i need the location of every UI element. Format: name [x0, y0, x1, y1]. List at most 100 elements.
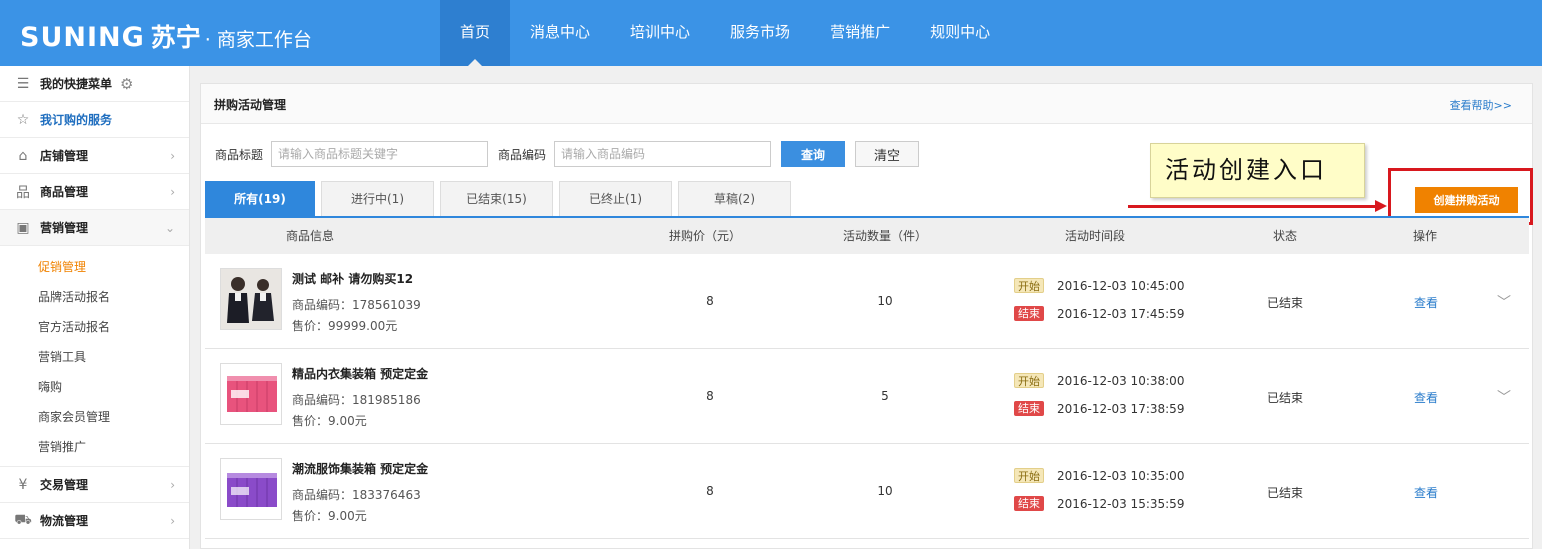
sidebar-item-label: 商品管理	[40, 185, 89, 199]
submenu-member-management[interactable]: 商家会员管理	[0, 402, 189, 432]
end-time: 2016-12-03 17:45:59	[1057, 307, 1185, 321]
chevron-down-icon: ⌄	[164, 221, 175, 235]
search-bar: 商品标题 商品编码 查询 清空	[215, 141, 920, 167]
sidebar-quick-menu[interactable]: ☰ 我的快捷菜单 ⚙	[0, 66, 189, 102]
group-buy-panel: 拼购活动管理 查看帮助>> 商品标题 商品编码 查询 清空 活动创建入口 创建拼…	[200, 83, 1533, 549]
clear-button[interactable]: 清空	[855, 141, 920, 167]
annotation-arrow-line	[1128, 205, 1378, 208]
page-title: 拼购活动管理	[214, 98, 287, 112]
chevron-right-icon: ›	[170, 149, 175, 163]
sidebar-item-trade-management[interactable]: ¥ 交易管理 ›	[0, 467, 189, 503]
column-product-info: 商品信息	[285, 229, 334, 243]
column-quantity: 活动数量（件）	[842, 229, 927, 243]
nav-home[interactable]: 首页	[440, 0, 511, 66]
table-row: 精品内衣集装箱 预定定金 商品编码：181985186 售价：9.00元 8 5…	[205, 349, 1529, 444]
product-thumbnail[interactable]	[220, 363, 282, 425]
view-link[interactable]: 查看	[1414, 389, 1438, 406]
annotation-arrow-head	[1375, 200, 1387, 212]
product-name[interactable]: 精品内衣集装箱 预定定金	[292, 365, 428, 382]
create-group-buy-button[interactable]: 创建拼购活动	[1415, 187, 1518, 213]
query-button[interactable]: 查询	[781, 141, 846, 167]
tab-in-progress[interactable]: 进行中(1)	[321, 181, 434, 217]
quantity-value: 10	[877, 294, 893, 308]
submenu-promotion-management[interactable]: 促销管理	[0, 252, 189, 282]
sidebar: ☰ 我的快捷菜单 ⚙ ☆ 我订购的服务 ⌂ 店铺管理 › 品 商品管理 › ▣ …	[0, 66, 190, 549]
view-link[interactable]: 查看	[1414, 484, 1438, 501]
quantity-value: 5	[881, 389, 889, 403]
sidebar-item-label: 我的快捷菜单	[40, 77, 113, 91]
product-thumbnail[interactable]	[220, 268, 282, 330]
tab-ended[interactable]: 已结束(15)	[440, 181, 553, 217]
table-header: 商品信息 拼购价（元） 活动数量（件） 活动时间段 状态 操作	[205, 218, 1529, 254]
status-value: 已结束	[1266, 296, 1303, 310]
chevron-down-icon[interactable]: ﹀	[1497, 292, 1511, 312]
sidebar-item-label: 营销管理	[40, 221, 89, 235]
logo-brand: SUNING	[20, 22, 145, 53]
sidebar-item-label: 店铺管理	[40, 149, 89, 163]
chevron-right-icon: ›	[170, 514, 175, 528]
status-value: 已结束	[1266, 391, 1303, 405]
submenu-official-activity-signup[interactable]: 官方活动报名	[0, 312, 189, 342]
nav-rule-center[interactable]: 规则中心	[910, 0, 1010, 66]
nav-training-center[interactable]: 培训中心	[610, 0, 710, 66]
start-tag: 开始	[1014, 468, 1044, 483]
status-tabs: 所有(19) 进行中(1) 已结束(15) 已终止(1) 草稿(2)	[205, 181, 797, 217]
end-tag: 结束	[1014, 306, 1044, 321]
tab-all[interactable]: 所有(19)	[205, 181, 315, 217]
nav-message-center[interactable]: 消息中心	[510, 0, 610, 66]
quantity-value: 10	[877, 484, 893, 498]
end-time: 2016-12-03 15:35:59	[1057, 497, 1185, 511]
submenu-marketing-promotion[interactable]: 营销推广	[0, 432, 189, 462]
status-value: 已结束	[1266, 486, 1303, 500]
product-price: 售价：9.00元	[292, 414, 367, 428]
title-field-label: 商品标题	[215, 147, 264, 162]
product-name[interactable]: 潮流服饰集装箱 预定定金	[292, 460, 428, 477]
column-status: 状态	[1272, 229, 1297, 243]
column-group-price: 拼购价（元）	[668, 229, 741, 243]
view-link[interactable]: 查看	[1414, 294, 1438, 311]
sidebar-item-product-management[interactable]: 品 商品管理 ›	[0, 174, 189, 210]
column-time-range: 活动时间段	[1064, 229, 1125, 243]
chevron-right-icon: ›	[170, 478, 175, 492]
submenu-marketing-tools[interactable]: 营销工具	[0, 342, 189, 372]
product-price: 售价：99999.00元	[292, 319, 398, 333]
product-thumbnail[interactable]	[220, 458, 282, 520]
sidebar-item-label: 交易管理	[40, 478, 89, 492]
chevron-right-icon: ›	[170, 185, 175, 199]
product-price: 售价：9.00元	[292, 509, 367, 523]
shop-icon: ⌂	[18, 147, 28, 164]
briefcase-icon: ▣	[16, 219, 30, 236]
sidebar-item-subscribed-services[interactable]: ☆ 我订购的服务	[0, 102, 189, 138]
submenu-brand-activity-signup[interactable]: 品牌活动报名	[0, 282, 189, 312]
nav-service-market[interactable]: 服务市场	[710, 0, 810, 66]
group-price-value: 8	[706, 294, 714, 308]
submenu-haigou[interactable]: 嗨购	[0, 372, 189, 402]
sidebar-item-logistics-management[interactable]: ⛟ 物流管理 ›	[0, 503, 189, 539]
star-icon: ☆	[16, 111, 30, 128]
sidebar-item-marketing-management[interactable]: ▣ 营销管理 ⌄	[0, 210, 189, 246]
end-tag: 结束	[1014, 496, 1044, 511]
tab-terminated[interactable]: 已终止(1)	[559, 181, 672, 217]
nav-marketing-promotion[interactable]: 营销推广	[810, 0, 910, 66]
product-icon: 品	[16, 184, 30, 201]
suning-logo[interactable]: SUNING 苏宁 · 商家工作台	[20, 18, 312, 53]
product-code: 商品编码：181985186	[292, 393, 421, 407]
product-code: 商品编码：183376463	[292, 488, 421, 502]
gear-icon[interactable]: ⚙	[120, 75, 133, 93]
logo-subtitle: · 商家工作台	[204, 29, 312, 51]
start-time: 2016-12-03 10:38:00	[1057, 374, 1185, 388]
create-entry-annotation: 活动创建入口	[1150, 143, 1365, 198]
product-code-input[interactable]	[554, 141, 772, 167]
tab-draft[interactable]: 草稿(2)	[678, 181, 791, 217]
sidebar-item-label: 我订购的服务	[40, 113, 113, 127]
top-nav: 首页 消息中心 培训中心 服务市场 营销推广 规则中心	[440, 0, 1010, 66]
end-tag: 结束	[1014, 401, 1044, 416]
start-time: 2016-12-03 10:45:00	[1057, 279, 1185, 293]
product-name[interactable]: 测试 邮补 请勿购买12	[292, 270, 413, 287]
end-time: 2016-12-03 17:38:59	[1057, 402, 1185, 416]
product-title-input[interactable]	[271, 141, 489, 167]
truck-icon: ⛟	[14, 511, 32, 528]
chevron-down-icon[interactable]: ﹀	[1497, 387, 1511, 407]
help-link[interactable]: 查看帮助>>	[1450, 97, 1512, 113]
sidebar-item-shop-management[interactable]: ⌂ 店铺管理 ›	[0, 138, 189, 174]
